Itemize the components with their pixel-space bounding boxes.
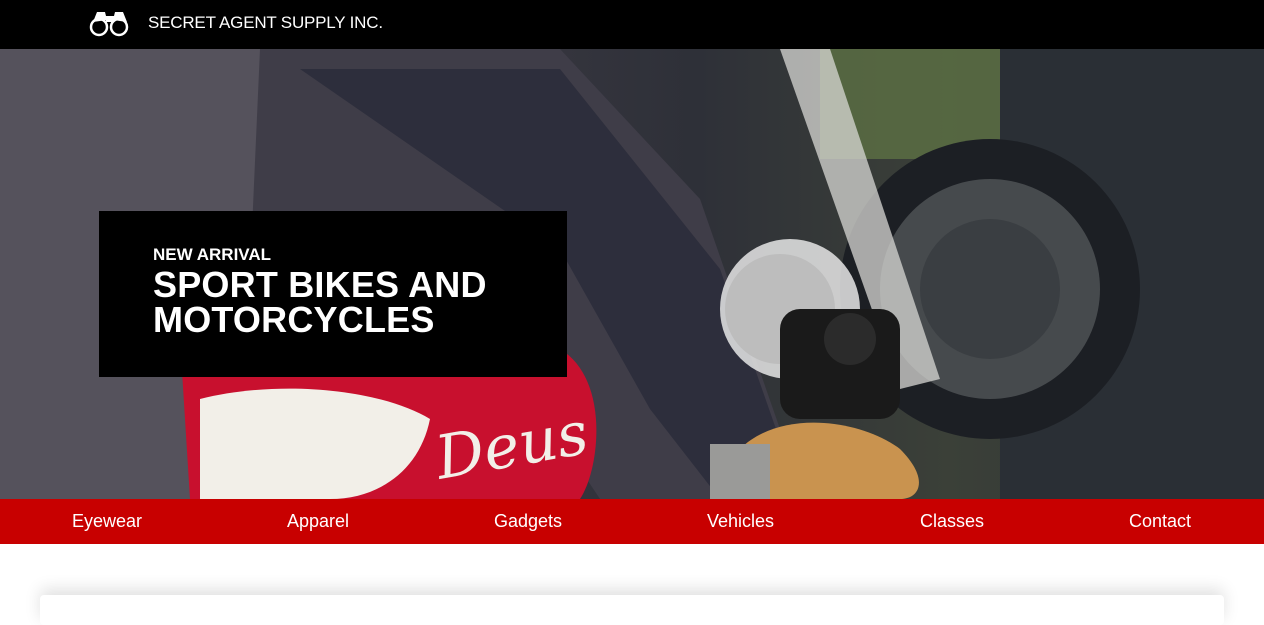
nav-item-vehicles[interactable]: Vehicles: [707, 511, 774, 532]
promo-box[interactable]: NEW ARRIVAL SPORT BIKES AND MOTORCYCLES: [99, 211, 567, 377]
nav-item-apparel[interactable]: Apparel: [287, 511, 349, 532]
promo-kicker: NEW ARRIVAL: [153, 245, 272, 264]
promo-headline-line2: MOTORCYCLES: [153, 299, 435, 340]
hero-banner: Deus NEW ARRIVAL SPORT BIKES AND MOTORCY…: [0, 49, 1264, 499]
content-card: [40, 595, 1224, 625]
brand-name[interactable]: SECRET AGENT SUPPLY INC.: [148, 13, 383, 33]
nav-item-eyewear[interactable]: Eyewear: [72, 511, 142, 532]
main-nav: Eyewear Apparel Gadgets Vehicles Classes…: [0, 499, 1264, 544]
nav-item-classes[interactable]: Classes: [920, 511, 984, 532]
binoculars-icon[interactable]: [88, 8, 132, 38]
nav-item-contact[interactable]: Contact: [1129, 511, 1191, 532]
promo-headline-line1: SPORT BIKES AND: [153, 264, 487, 305]
top-bar: SECRET AGENT SUPPLY INC.: [0, 0, 1264, 49]
nav-item-gadgets[interactable]: Gadgets: [494, 511, 562, 532]
